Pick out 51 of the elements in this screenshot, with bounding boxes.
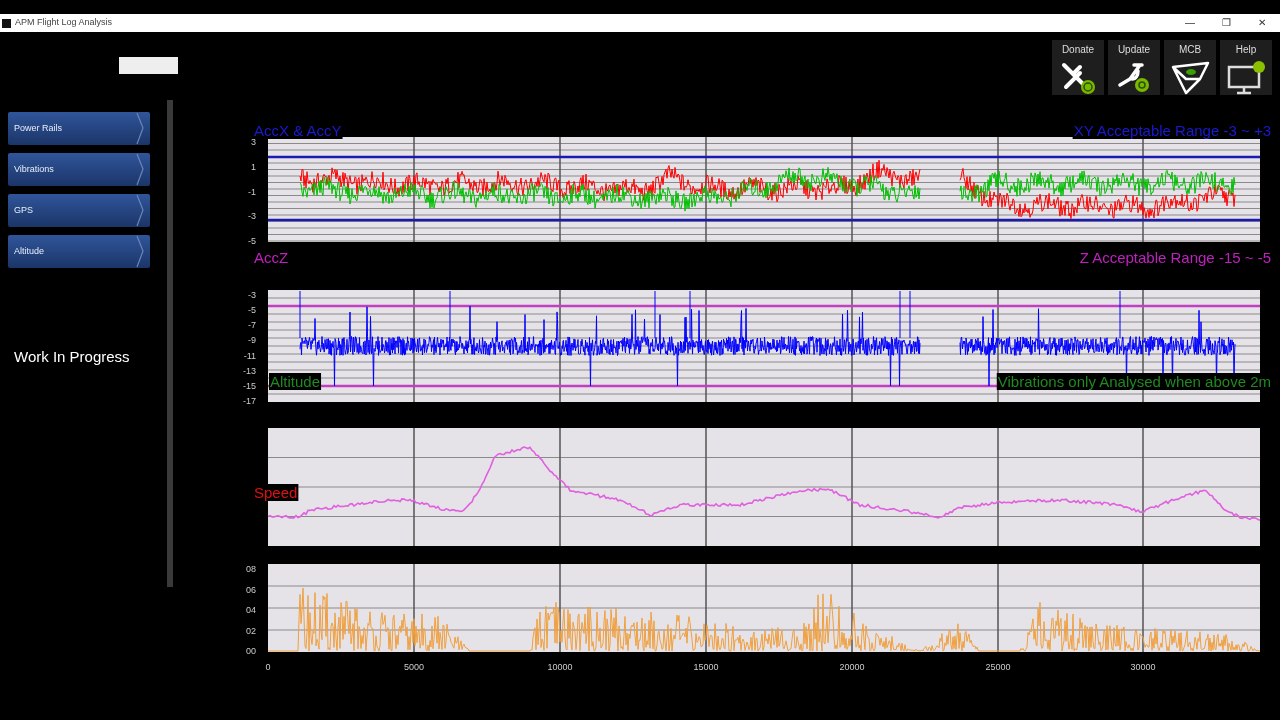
close-button[interactable]: ✕ bbox=[1244, 14, 1280, 32]
axis-tick-label: -9 bbox=[248, 335, 256, 346]
minimize-button[interactable]: — bbox=[1172, 14, 1208, 32]
axis-tick-label: -7 bbox=[248, 320, 256, 331]
blank-button[interactable] bbox=[119, 57, 178, 74]
axis-tick-label: -1 bbox=[248, 186, 256, 197]
axis-tick-label: 3 bbox=[251, 137, 256, 147]
range-label: Vibrations only Analysed when above 2m bbox=[996, 373, 1272, 390]
axis-tick-label: -3 bbox=[248, 290, 256, 300]
sidebar-item[interactable]: Altitude bbox=[8, 235, 150, 268]
scrollbar[interactable] bbox=[167, 100, 173, 587]
range-label: Z Acceptable Range -15 ~ -5 bbox=[1078, 249, 1272, 266]
axis-tick-label: 08 bbox=[246, 564, 256, 574]
toolbar-button[interactable]: Donate bbox=[1052, 40, 1104, 95]
chevron-icon bbox=[136, 194, 144, 227]
axis-tick-label: 10000 bbox=[547, 662, 573, 672]
toolbar-button[interactable]: Update bbox=[1108, 40, 1160, 95]
app-icon bbox=[2, 18, 11, 28]
maximize-button[interactable]: ❐ bbox=[1208, 14, 1244, 32]
axis-tick-label: -3 bbox=[248, 211, 256, 222]
axis-tick-label: 1 bbox=[251, 161, 256, 172]
range-label: XY Acceptable Range -3 ~ +3 bbox=[1072, 122, 1272, 139]
chart-title: Altitude bbox=[269, 373, 322, 390]
axis-tick-label: 15000 bbox=[693, 662, 719, 672]
axis-tick-label: -13 bbox=[243, 365, 256, 376]
axis-tick-label: 25000 bbox=[985, 662, 1011, 672]
toolbar-button[interactable]: Help bbox=[1220, 40, 1272, 95]
window-title: APM Flight Log Analysis bbox=[15, 16, 113, 30]
axis-tick-label: 0 bbox=[265, 662, 271, 672]
toolbar-button[interactable]: MCB bbox=[1164, 40, 1216, 95]
chevron-icon bbox=[136, 153, 144, 186]
sidebar-item[interactable]: GPS bbox=[8, 194, 150, 227]
axis-tick-label: -15 bbox=[243, 380, 256, 391]
chevron-icon bbox=[136, 112, 144, 145]
axis-tick-label: -17 bbox=[243, 396, 256, 406]
axis-tick-label: 30000 bbox=[1130, 662, 1156, 672]
axis-tick-label: 06 bbox=[246, 584, 256, 595]
sidebar-item[interactable]: Vibrations bbox=[8, 153, 150, 186]
axis-tick-label: -5 bbox=[248, 236, 256, 246]
chart-title: Speed bbox=[253, 484, 299, 501]
work-in-progress-text: Work In Progress bbox=[14, 347, 131, 367]
axis-tick-label: 00 bbox=[246, 646, 256, 656]
axis-tick-label: -11 bbox=[243, 350, 256, 361]
axis-tick-label: 04 bbox=[246, 605, 256, 615]
axis-tick-label: -5 bbox=[248, 305, 256, 316]
axis-tick-label: 5000 bbox=[404, 662, 424, 672]
chevron-icon bbox=[136, 235, 144, 268]
chart-title: AccZ bbox=[253, 249, 290, 266]
axis-tick-label: 02 bbox=[246, 625, 256, 636]
axis-tick-label: 20000 bbox=[839, 662, 865, 672]
sidebar-item[interactable]: Power Rails bbox=[8, 112, 150, 145]
